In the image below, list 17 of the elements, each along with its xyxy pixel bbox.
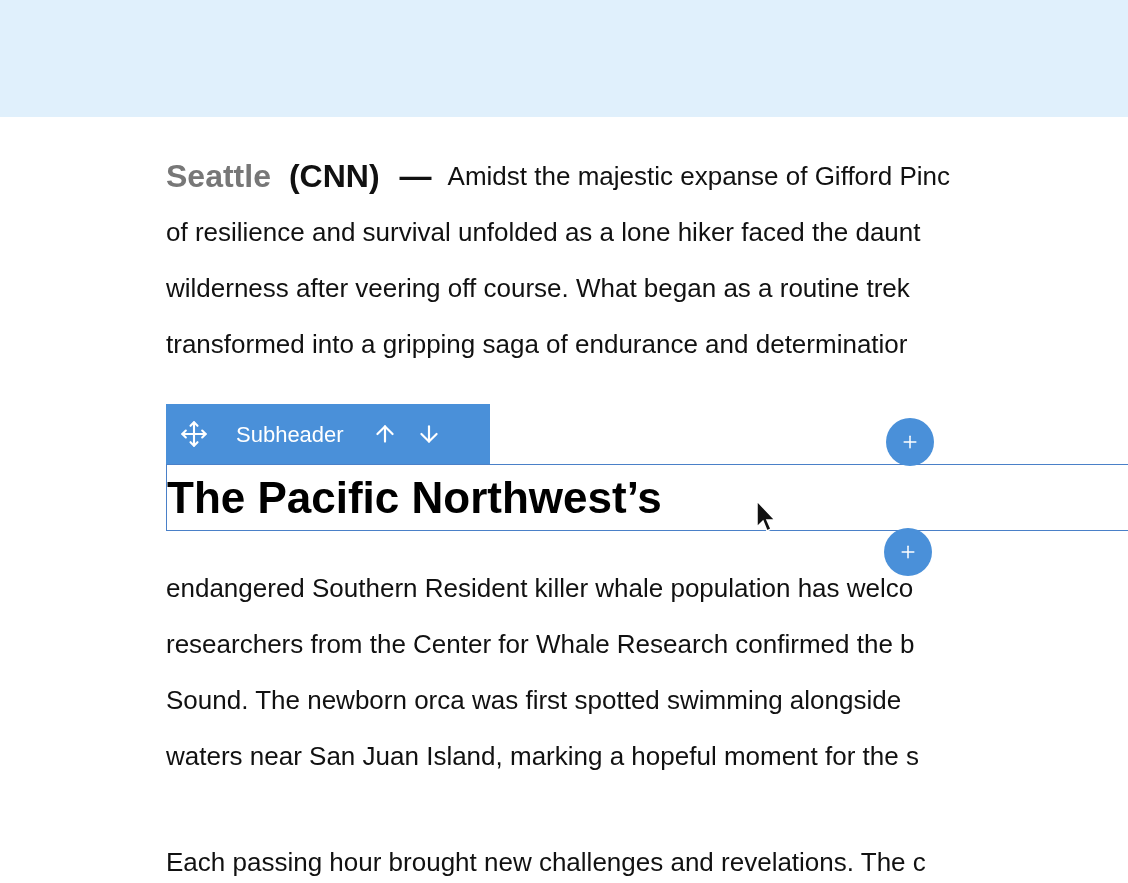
dateline-location: Seattle [166, 157, 271, 196]
paragraph-line: wilderness after veering off course. What began as a routine trek [166, 272, 910, 305]
paragraph-line: endangered Southern Resident killer whale population has welco [166, 572, 914, 605]
paragraph-line: researchers from the Center for Whale Research confirmed the b [166, 628, 915, 661]
dateline-source: (CNN) [288, 157, 380, 196]
paragraph-line: of resilience and survival unfolded as a lone hiker faced the daunt [166, 216, 921, 249]
add-block-button[interactable] [886, 418, 934, 466]
paragraph-line: waters near San Juan Island, marking a hopeful moment for the s [166, 740, 919, 773]
subheader-block[interactable]: The Pacific Northwest’s [166, 464, 1128, 531]
paragraph-line: Each passing hour brought new challenges and revelations. The c [166, 846, 926, 879]
paragraph-line: Sound. The newborn orca was first spotted swimming alongside [166, 684, 902, 717]
paragraph-line: transformed into a gripping saga of endurance and determinatior [166, 328, 908, 361]
subheader-text: The Pacific Northwest’s [167, 471, 662, 524]
dateline-dash: — [399, 157, 432, 196]
move-icon[interactable] [180, 420, 208, 448]
paragraph-line: Amidst the majestic expanse of Gifford Pinc [447, 159, 950, 193]
add-block-button[interactable] [884, 528, 932, 576]
